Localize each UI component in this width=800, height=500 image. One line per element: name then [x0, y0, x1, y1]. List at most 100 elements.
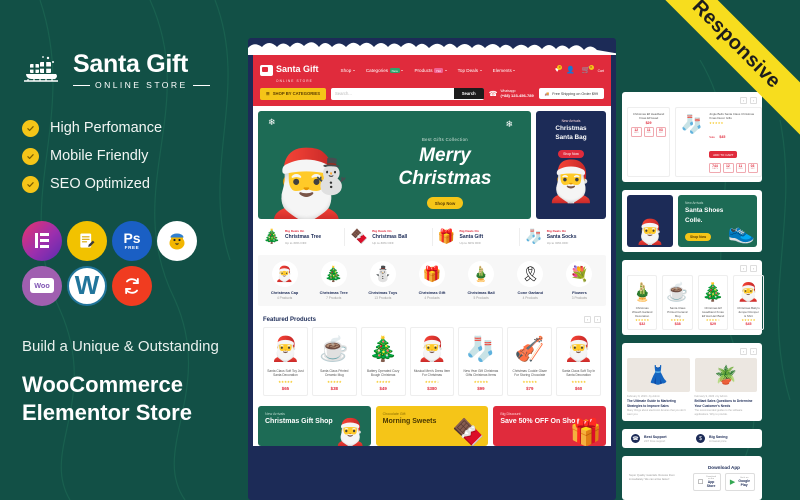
- product-card[interactable]: ☕ Santa Claus Printed Ceramic Mug ★★★★★ …: [311, 327, 357, 396]
- snowflake-icon: ❄: [268, 116, 276, 127]
- deal-item[interactable]: 🧦 Big Deals On Santa Socks Up to 30% OFF: [520, 228, 606, 246]
- featured-next-button[interactable]: ›: [594, 316, 601, 323]
- promo-banner[interactable]: New Arrivals Christmas Gift Shop 🎅: [258, 406, 371, 446]
- nav-item-shop[interactable]: Shop: [341, 68, 355, 73]
- add-to-cart-button[interactable]: ADD TO CART: [709, 150, 738, 159]
- deal-next-button[interactable]: ›: [750, 97, 757, 104]
- category-count: 4 Products: [522, 296, 538, 300]
- deal-sub: Up to 30% OFF: [285, 240, 307, 245]
- category-item[interactable]: 🎅 Christmas Cap 4 Products: [260, 260, 309, 300]
- shop-by-categories-button[interactable]: ☰ SHOP BY CATEGORIES: [260, 87, 327, 100]
- category-item[interactable]: 🎍 Christmas Ball 5 Products: [457, 260, 506, 300]
- product-card[interactable]: 🎅 Musical Men's Dress Item For Christmas…: [409, 327, 455, 396]
- category-icon: ⛄: [369, 260, 396, 287]
- logo-rule-right: [192, 84, 210, 86]
- deal-eyebrow: Big Deals On: [546, 228, 567, 233]
- hero-shop-now-button[interactable]: Shop Now: [426, 197, 464, 210]
- hero-banner[interactable]: 🎅 ⛄ ❄ ❄ Best Gifts Collection Merry Chri…: [258, 110, 531, 219]
- blog-prev-button[interactable]: ‹: [740, 348, 747, 356]
- category-count: 13 Products: [374, 296, 392, 300]
- search-input[interactable]: Search...: [335, 91, 454, 96]
- hero-title-line2: Christmas: [398, 168, 492, 190]
- promo-banner[interactable]: Big Discount Save 50% OFF On Shop 🎁: [493, 406, 607, 446]
- products-prev-button[interactable]: ‹: [740, 265, 747, 273]
- feature-label: High Perfomance: [50, 120, 163, 137]
- deal-item[interactable]: 🎁 Big Deals On Santa Gift Up to 30% OFF: [433, 227, 520, 246]
- category-item[interactable]: ⛄ Christmas Toys 13 Products: [358, 260, 407, 300]
- category-icon: 🎍: [468, 260, 495, 287]
- countdown-box: 03 SEC: [747, 162, 759, 174]
- countdown-box: 744 DAYS: [709, 162, 721, 174]
- money-icon: $: [696, 434, 705, 444]
- products-next-button[interactable]: ›: [750, 265, 757, 273]
- deal-prev-button[interactable]: ‹: [740, 97, 747, 104]
- hero-section: 🎅 ⛄ ❄ ❄ Best Gifts Collection Merry Chri…: [253, 105, 611, 219]
- countdown-timer: 744 DAYS 12 HRS 11 MIN 03 SEC: [709, 162, 759, 174]
- feature-item: SEO Optimized: [22, 175, 226, 193]
- blog-post[interactable]: 🪴 February 9, 2023 • by Admin Brilliant …: [694, 358, 757, 416]
- deal-item[interactable]: 🎄 Big Deals On Christmas Tree Up to 30% …: [258, 227, 346, 246]
- product-card[interactable]: 🎍 Christmas Wreath Garland Decoration ★★…: [627, 275, 658, 331]
- product-name: Christmas Cookie Glaze For Storing Choco…: [512, 369, 547, 378]
- product-card[interactable]: 🎄 Christmas Elf Headband Xmas Elf Hat Ha…: [697, 275, 729, 331]
- banner-shop-now-button[interactable]: Shop Now: [685, 232, 712, 241]
- hero-side-banner[interactable]: New Arrivals Christmas Santa Bag Shop No…: [536, 110, 606, 219]
- category-item[interactable]: 🎁 Christmas Gift 4 Products: [407, 260, 456, 300]
- category-name: Flowers: [572, 289, 587, 295]
- category-item[interactable]: 🎄 Christmas Tree 7 Products: [309, 260, 358, 300]
- product-rating: ★★★★☆: [424, 380, 440, 384]
- search-box[interactable]: Search... Search: [331, 87, 484, 100]
- product-card[interactable]: 🎻 Christmas Cookie Glaze For Storing Cho…: [507, 327, 553, 396]
- category-item[interactable]: 💐 Flowers 3 Products: [555, 260, 604, 300]
- wishlist-icon[interactable]: ♥ 0: [555, 65, 563, 74]
- deal-left-product[interactable]: Christmas Elf Headband Xmas Elf Head $29…: [627, 107, 671, 178]
- blog-next-button[interactable]: ›: [750, 348, 757, 356]
- deal-right-product[interactable]: 🧦 Jingle Bells Santa Claus Christmas Xma…: [675, 107, 763, 178]
- product-card[interactable]: 🎅 Christmas Baby's Jumper Romper & Shirt…: [733, 275, 764, 331]
- blog-post[interactable]: 👗 February 9, 2023 • by Admin The Ultima…: [627, 358, 690, 416]
- hero-side-title-line1: Christmas: [555, 124, 587, 132]
- hero-side-shop-now-button[interactable]: Shop Now: [558, 149, 584, 158]
- category-item[interactable]: 🎗 Cone Garland 4 Products: [506, 260, 555, 300]
- product-name: Battery Operated Cozy Bough Christmas: [366, 369, 400, 378]
- category-icon: 🎄: [320, 260, 347, 287]
- feature-sub: At lowest price: [709, 439, 727, 443]
- category-icon: 🎗: [517, 260, 544, 287]
- whatsapp-contact[interactable]: ☎ Whatsapp: (+88) 123-456-789: [489, 89, 534, 98]
- product-name: Christmas Wreath Garland Decoration: [632, 306, 653, 318]
- product-card[interactable]: 🎅 Santa Claus Soft Toy Just Santa Decora…: [263, 327, 308, 396]
- cart-icon[interactable]: 🛒 0: [582, 65, 594, 74]
- nav-item-products[interactable]: Products Hot: [414, 68, 447, 74]
- shoes-banner[interactable]: New Arrivals Santa Shoes Colle. Shop Now…: [678, 195, 757, 248]
- category-count: 4 Products: [424, 296, 440, 300]
- product-price: $29: [645, 120, 652, 125]
- nav-label: Products: [414, 68, 433, 74]
- featured-prev-button[interactable]: ‹: [584, 316, 591, 323]
- product-card[interactable]: 🎄 Battery Operated Cozy Bough Christmas …: [360, 327, 406, 396]
- product-price: $45: [719, 134, 726, 139]
- phone-icon: ☎: [488, 90, 498, 98]
- countdown-unit: DAYS: [712, 168, 718, 171]
- search-button[interactable]: Search: [453, 87, 484, 100]
- user-icon[interactable]: 👤: [566, 67, 575, 74]
- app-store-button[interactable]:  Download on the App Store: [692, 473, 721, 492]
- site-logo-sub: ONLINE STORE: [276, 78, 313, 83]
- category-icon: 💐: [566, 260, 593, 287]
- product-card[interactable]: 🧦 New Year Gift Christmas Gifts Christma…: [458, 327, 504, 396]
- product-name: Santa Claus Soft Toy In Santa Decoration: [561, 369, 596, 378]
- nav-item-categories[interactable]: Categories New: [366, 68, 404, 74]
- product-name: Christmas Baby's Jumper Romper & Shirt: [737, 306, 760, 318]
- promo-banner[interactable]: Chocolate Gift Morning Sweets 🍫: [375, 406, 489, 446]
- google-play-button[interactable]: ▶ Get it on Google Play: [724, 473, 755, 492]
- nav-item-top-deals[interactable]: Top Deals: [458, 68, 482, 73]
- site-logo[interactable]: Santa Gift ONLINE STORE: [260, 59, 319, 83]
- shoes-banner-card: 🎅 New Arrivals Santa Shoes Colle. Shop N…: [622, 190, 762, 253]
- deal-name: Santa Socks: [546, 233, 577, 240]
- nav-item-elements[interactable]: Elements: [493, 68, 516, 73]
- headset-icon: ☎: [631, 434, 640, 444]
- product-card[interactable]: ☕ Santa Claus Printed Ceramic Mug ★★★★★ …: [662, 275, 693, 331]
- product-card[interactable]: 🎅 Santa Claus Soft Toy In Santa Decorati…: [556, 327, 602, 396]
- promo-headline: WooCommerce Elementor Store: [22, 371, 192, 426]
- deal-item[interactable]: 🍫 Big Deals On Christmas Ball Up to 30% …: [345, 227, 433, 246]
- service-features-card: ☎ Best Support 24/7 Free support $ Big S…: [622, 429, 762, 449]
